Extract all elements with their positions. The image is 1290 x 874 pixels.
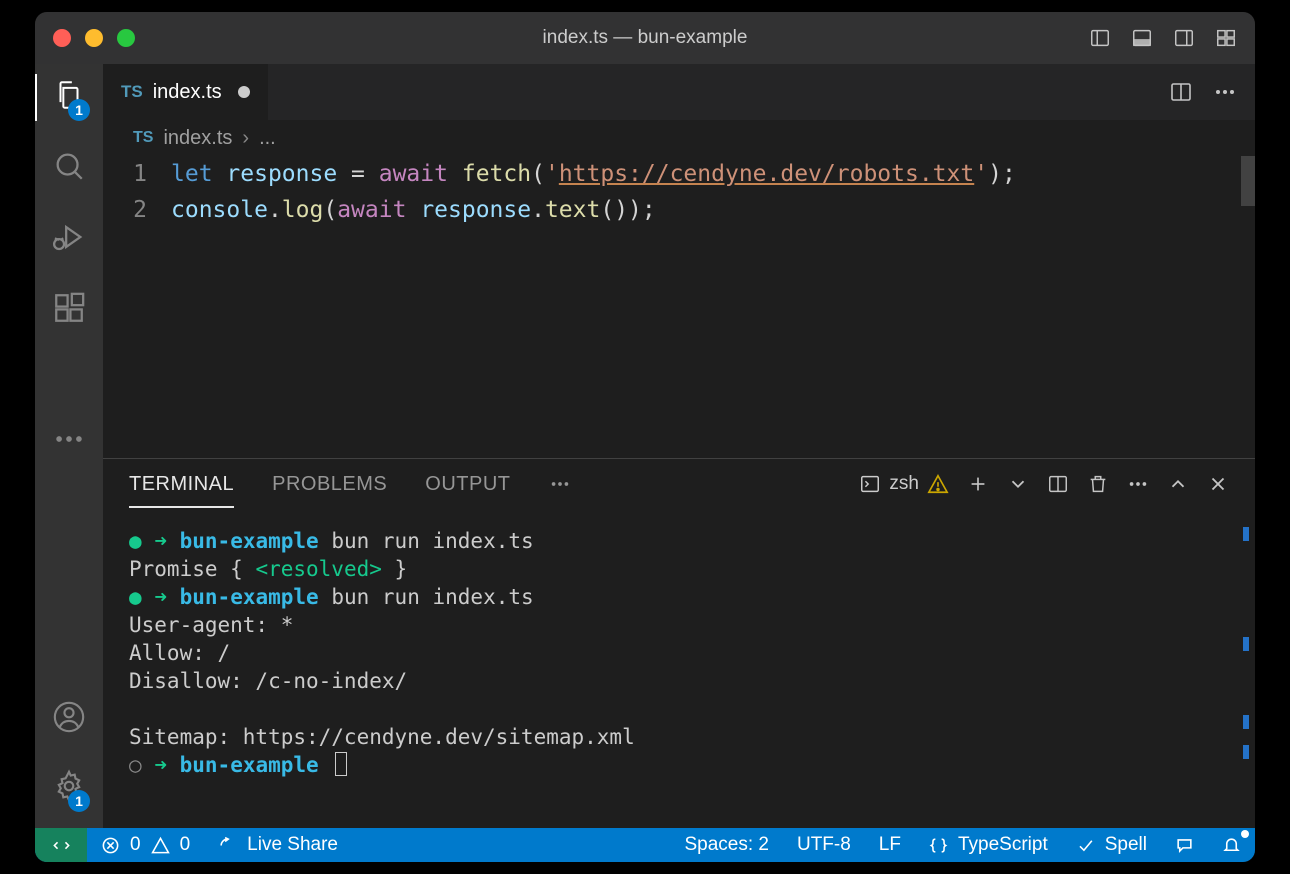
remote-icon <box>52 836 71 855</box>
window-close-button[interactable] <box>53 29 71 47</box>
breadcrumb-separator: › <box>242 127 249 150</box>
terminal-cursor <box>335 752 347 776</box>
extensions-tab[interactable] <box>52 291 86 330</box>
editor-tab-index-ts[interactable]: TS index.ts <box>103 64 269 120</box>
breadcrumb-more: ... <box>259 127 276 150</box>
titlebar[interactable]: index.ts — bun-example <box>35 12 1255 64</box>
typescript-file-icon: TS <box>133 129 153 147</box>
terminal-icon <box>859 473 881 495</box>
terminal-shell-indicator[interactable]: zsh <box>859 473 949 495</box>
run-debug-tab[interactable] <box>52 220 86 259</box>
workbench-body: 1 1 <box>35 64 1255 828</box>
status-bar: 0 0 Live Share Spaces: 2 UTF-8 LF TypeSc… <box>35 828 1255 862</box>
bell-icon <box>1222 836 1241 855</box>
titlebar-layout-controls <box>1089 27 1237 49</box>
close-panel-icon[interactable] <box>1207 473 1229 495</box>
bottom-panel: TERMINAL PROBLEMS OUTPUT zsh <box>103 458 1255 828</box>
tab-dirty-indicator[interactable] <box>238 86 250 98</box>
warning-count: 0 <box>180 834 191 856</box>
notification-dot <box>1241 830 1249 838</box>
tab-filename: index.ts <box>153 81 222 104</box>
activity-bar: 1 1 <box>35 64 103 828</box>
ellipsis-icon <box>52 422 86 456</box>
account-icon <box>52 700 86 734</box>
panel-more-icon[interactable] <box>1127 473 1149 495</box>
maximize-panel-icon[interactable] <box>1167 473 1189 495</box>
indentation-status[interactable]: Spaces: 2 <box>670 828 783 862</box>
search-icon <box>52 149 86 183</box>
terminal-dropdown-icon[interactable] <box>1007 473 1029 495</box>
error-icon <box>101 836 120 855</box>
encoding-status[interactable]: UTF-8 <box>783 828 865 862</box>
panel-tab-output[interactable]: OUTPUT <box>425 473 510 496</box>
line-number: 1 <box>103 156 147 192</box>
split-editor-icon[interactable] <box>1169 80 1193 104</box>
debug-icon <box>52 220 86 254</box>
toggle-panel-icon[interactable] <box>1131 27 1153 49</box>
code-editor[interactable]: 1 2 let response = await fetch('https://… <box>103 156 1255 458</box>
eol-status[interactable]: LF <box>865 828 915 862</box>
search-tab[interactable] <box>52 149 86 188</box>
feedback-icon <box>1175 836 1194 855</box>
typescript-file-icon: TS <box>121 82 143 102</box>
shell-name: zsh <box>889 473 919 495</box>
accounts-tab[interactable] <box>52 700 86 739</box>
explorer-badge: 1 <box>68 99 90 121</box>
settings-tab[interactable]: 1 <box>52 769 86 808</box>
braces-icon <box>929 836 948 855</box>
breadcrumb-filename: index.ts <box>163 127 232 150</box>
check-icon <box>1076 836 1095 855</box>
problems-status[interactable]: 0 0 <box>87 828 204 862</box>
breadcrumb[interactable]: TS index.ts › ... <box>103 120 1255 156</box>
error-count: 0 <box>130 834 141 856</box>
language-mode-status[interactable]: TypeScript <box>915 828 1062 862</box>
toggle-secondary-sidebar-icon[interactable] <box>1173 27 1195 49</box>
window-title: index.ts — bun-example <box>35 27 1255 49</box>
new-terminal-icon[interactable] <box>967 473 989 495</box>
settings-badge: 1 <box>68 790 90 812</box>
explorer-tab[interactable]: 1 <box>52 78 86 117</box>
feedback-status[interactable] <box>1161 828 1208 862</box>
window-maximize-button[interactable] <box>117 29 135 47</box>
panel-more-tabs-icon[interactable] <box>549 473 571 495</box>
panel-tab-problems[interactable]: PROBLEMS <box>272 473 387 496</box>
remote-indicator[interactable] <box>35 828 87 862</box>
kill-terminal-icon[interactable] <box>1087 473 1109 495</box>
spell-label: Spell <box>1105 834 1147 856</box>
minimap[interactable] <box>1241 156 1255 458</box>
code-content[interactable]: let response = await fetch('https://cend… <box>171 156 1255 458</box>
toggle-primary-sidebar-icon[interactable] <box>1089 27 1111 49</box>
customize-layout-icon[interactable] <box>1215 27 1237 49</box>
more-views[interactable] <box>52 422 86 461</box>
terminal-overview-ruler <box>1243 523 1249 820</box>
minimap-viewport[interactable] <box>1241 156 1255 206</box>
traffic-lights <box>53 29 135 47</box>
line-number: 2 <box>103 192 147 228</box>
panel-tab-terminal[interactable]: TERMINAL <box>129 473 234 496</box>
live-share-status[interactable]: Live Share <box>204 828 352 862</box>
split-terminal-icon[interactable] <box>1047 473 1069 495</box>
notifications-status[interactable] <box>1208 828 1255 862</box>
editor-tabs: TS index.ts <box>103 64 1255 120</box>
vscode-window: index.ts — bun-example 1 <box>35 12 1255 862</box>
spell-check-status[interactable]: Spell <box>1062 828 1161 862</box>
warning-icon <box>927 473 949 495</box>
more-actions-icon[interactable] <box>1213 80 1237 104</box>
editor-area: TS index.ts TS index.ts › ... 1 <box>103 64 1255 828</box>
line-number-gutter: 1 2 <box>103 156 171 458</box>
extensions-icon <box>52 291 86 325</box>
language-name: TypeScript <box>958 834 1048 856</box>
live-share-label: Live Share <box>247 834 338 856</box>
live-share-icon <box>218 836 237 855</box>
terminal-content[interactable]: ● ➜ bun-example bun run index.tsPromise … <box>103 509 1255 828</box>
warning-icon <box>151 836 170 855</box>
window-minimize-button[interactable] <box>85 29 103 47</box>
panel-tab-bar: TERMINAL PROBLEMS OUTPUT zsh <box>103 459 1255 509</box>
